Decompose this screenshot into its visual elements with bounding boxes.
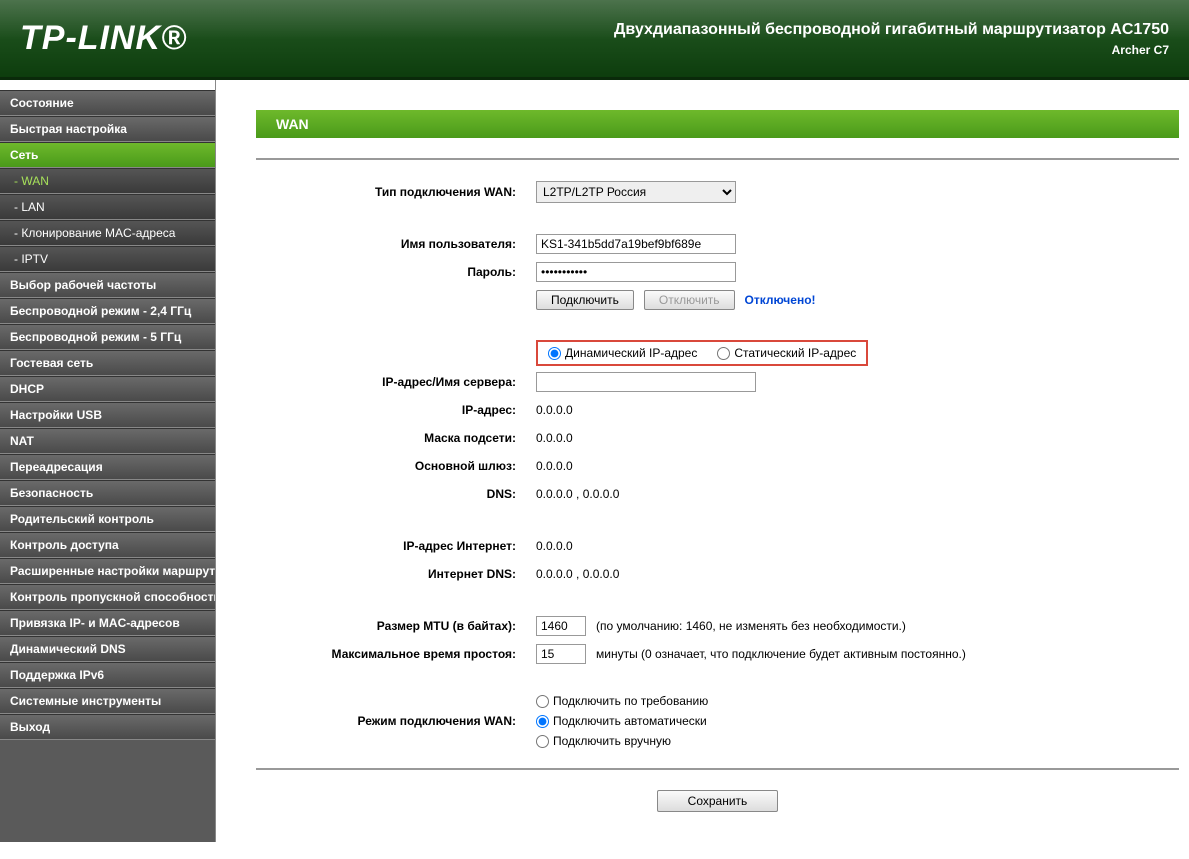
idle-input[interactable] (536, 644, 586, 664)
nav-item[interactable]: Сеть (0, 142, 215, 168)
save-button[interactable]: Сохранить (657, 790, 779, 812)
nav-item[interactable]: Состояние (0, 90, 215, 116)
header-info: Двухдиапазонный беспроводной гигабитный … (614, 21, 1169, 57)
nav-item[interactable]: - LAN (0, 194, 215, 220)
label-idle: Максимальное время простоя: (256, 647, 536, 661)
gateway-value: 0.0.0.0 (536, 459, 573, 473)
netmask-value: 0.0.0.0 (536, 431, 573, 445)
username-input[interactable] (536, 234, 736, 254)
mtu-input[interactable] (536, 616, 586, 636)
nav-item[interactable]: Системные инструменты (0, 688, 215, 714)
nav-item[interactable]: Родительский контроль (0, 506, 215, 532)
internet-dns-value: 0.0.0.0 , 0.0.0.0 (536, 567, 619, 581)
ip-mode-group: Динамический IP-адрес Статический IP-адр… (536, 340, 868, 366)
internet-ip-value: 0.0.0.0 (536, 539, 573, 553)
sidebar: СостояниеБыстрая настройкаСеть- WAN- LAN… (0, 80, 216, 842)
nav-item[interactable]: Контроль доступа (0, 532, 215, 558)
nav-item[interactable]: - IPTV (0, 246, 215, 272)
radio-dynamic-ip-input[interactable] (548, 347, 561, 360)
radio-manual[interactable]: Подключить вручную (536, 734, 671, 748)
nav-item[interactable]: Привязка IP- и MAC-адресов (0, 610, 215, 636)
radio-auto[interactable]: Подключить автоматически (536, 714, 707, 728)
radio-static-ip-input[interactable] (717, 347, 730, 360)
connection-status: Отключено! (745, 293, 816, 307)
nav-item[interactable]: - WAN (0, 168, 215, 194)
nav-item[interactable]: Выбор рабочей частоты (0, 272, 215, 298)
header-title: Двухдиапазонный беспроводной гигабитный … (614, 21, 1169, 39)
content: WAN Тип подключения WAN: L2TP/L2TP Росси… (216, 80, 1189, 842)
nav-item[interactable]: Переадресация (0, 454, 215, 480)
nav-item[interactable]: Динамический DNS (0, 636, 215, 662)
label-wan-type: Тип подключения WAN: (256, 185, 536, 199)
radio-auto-input[interactable] (536, 715, 549, 728)
logo: TP-LINK® (20, 19, 187, 58)
nav-item[interactable]: Беспроводной режим - 2,4 ГГц (0, 298, 215, 324)
page-title: WAN (256, 110, 1179, 138)
nav-item[interactable]: Настройки USB (0, 402, 215, 428)
label-conn-mode: Режим подключения WAN: (256, 714, 536, 728)
label-mtu: Размер MTU (в байтах): (256, 619, 536, 633)
radio-static-ip[interactable]: Статический IP-адрес (717, 346, 856, 360)
nav-item[interactable]: Поддержка IPv6 (0, 662, 215, 688)
label-username: Имя пользователя: (256, 237, 536, 251)
nav-item[interactable]: Гостевая сеть (0, 350, 215, 376)
nav-item[interactable]: Беспроводной режим - 5 ГГц (0, 324, 215, 350)
divider (256, 158, 1179, 160)
label-netmask: Маска подсети: (256, 431, 536, 445)
nav-item[interactable]: - Клонирование MAC-адреса (0, 220, 215, 246)
wan-type-select[interactable]: L2TP/L2TP Россия (536, 181, 736, 203)
nav-item[interactable]: Контроль пропускной способности (0, 584, 215, 610)
radio-manual-input[interactable] (536, 735, 549, 748)
nav-item[interactable]: Выход (0, 714, 215, 740)
label-server: IP-адрес/Имя сервера: (256, 375, 536, 389)
label-ip: IP-адрес: (256, 403, 536, 417)
password-input[interactable] (536, 262, 736, 282)
nav-item[interactable]: Безопасность (0, 480, 215, 506)
header-model: Archer C7 (614, 43, 1169, 57)
label-internet-dns: Интернет DNS: (256, 567, 536, 581)
idle-hint: минуты (0 означает, что подключение буде… (596, 647, 966, 661)
radio-on-demand-input[interactable] (536, 695, 549, 708)
dns-value: 0.0.0.0 , 0.0.0.0 (536, 487, 619, 501)
divider (256, 768, 1179, 770)
label-password: Пароль: (256, 265, 536, 279)
server-input[interactable] (536, 372, 756, 392)
nav-item[interactable]: DHCP (0, 376, 215, 402)
nav-item[interactable]: Расширенные настройки маршрутизации (0, 558, 215, 584)
connect-button[interactable]: Подключить (536, 290, 634, 310)
radio-dynamic-ip[interactable]: Динамический IP-адрес (548, 346, 697, 360)
disconnect-button[interactable]: Отключить (644, 290, 735, 310)
nav-item[interactable]: Быстрая настройка (0, 116, 215, 142)
label-dns: DNS: (256, 487, 536, 501)
label-gateway: Основной шлюз: (256, 459, 536, 473)
radio-on-demand[interactable]: Подключить по требованию (536, 694, 708, 708)
header: TP-LINK® Двухдиапазонный беспроводной ги… (0, 0, 1189, 80)
mtu-hint: (по умолчанию: 1460, не изменять без нео… (596, 619, 906, 633)
ip-value: 0.0.0.0 (536, 403, 573, 417)
nav-item[interactable]: NAT (0, 428, 215, 454)
label-internet-ip: IP-адрес Интернет: (256, 539, 536, 553)
